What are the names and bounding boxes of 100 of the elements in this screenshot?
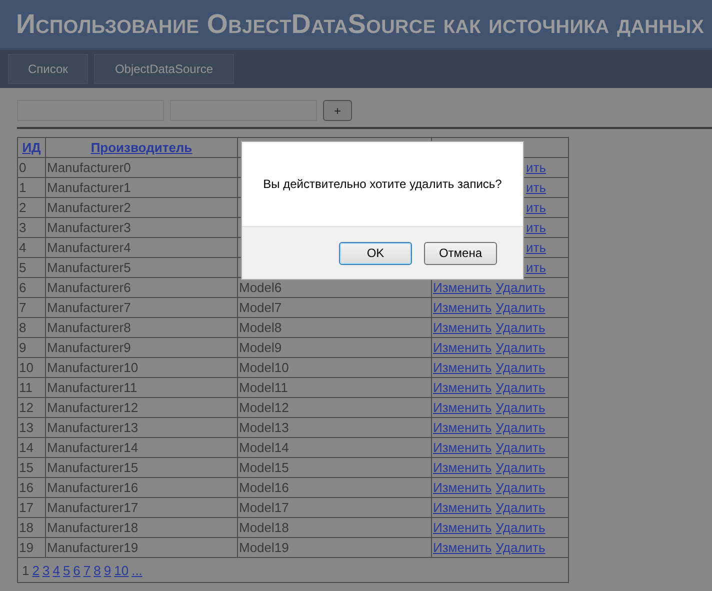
delete-link[interactable]: Удалить [496, 320, 546, 335]
table-cell: 0 [18, 158, 46, 178]
table-cell: Model7 [238, 298, 432, 318]
page-link[interactable]: ... [132, 562, 142, 578]
table-cell: 11 [18, 378, 46, 398]
page-link[interactable]: 2 [32, 562, 40, 578]
edit-link[interactable]: Изменить [433, 300, 492, 315]
delete-link[interactable]: Удалить [496, 480, 546, 495]
table-cell: 7 [18, 298, 46, 318]
page-link[interactable]: 9 [104, 562, 112, 578]
table-cell: Manufacturer5 [46, 258, 238, 278]
table-cell: Manufacturer9 [46, 338, 238, 358]
table-cell: 18 [18, 518, 46, 538]
page-title: Использование ObjectDataSource как источника данных [16, 8, 704, 40]
table-cell: 4 [18, 238, 46, 258]
table-cell: Manufacturer13 [46, 418, 238, 438]
delete-link[interactable]: Удалить [496, 420, 546, 435]
page-link[interactable]: 10 [114, 562, 129, 578]
delete-link[interactable]: Удалить [496, 280, 546, 295]
delete-link[interactable]: ить [526, 260, 546, 275]
delete-link[interactable]: Удалить [496, 460, 546, 475]
delete-link[interactable]: Удалить [496, 500, 546, 515]
table-cell: Model17 [238, 498, 432, 518]
table-cell: Manufacturer3 [46, 218, 238, 238]
page-link[interactable]: 7 [83, 562, 91, 578]
edit-link[interactable]: Изменить [433, 460, 492, 475]
table-cell: Manufacturer14 [46, 438, 238, 458]
delete-link[interactable]: Удалить [496, 380, 546, 395]
table-cell: 6 [18, 278, 46, 298]
table-cell: Model12 [238, 398, 432, 418]
page-link[interactable]: 8 [94, 562, 101, 578]
nav-tab[interactable]: ObjectDataSource [94, 54, 234, 84]
page-link[interactable]: 4 [52, 562, 60, 578]
add-button[interactable]: + [323, 100, 352, 121]
table-cell: 1 [18, 178, 46, 198]
edit-link[interactable]: Изменить [433, 380, 492, 395]
edit-link[interactable]: Изменить [433, 340, 492, 355]
table-cell: 17 [18, 498, 46, 518]
table-cell: Model13 [238, 418, 432, 438]
edit-link[interactable]: Изменить [433, 500, 492, 515]
dialog-message: Вы действительно хотите удалить запись? [263, 177, 502, 191]
table-cell: Model14 [238, 438, 432, 458]
edit-link[interactable]: Изменить [433, 400, 492, 415]
edit-link[interactable]: Изменить [433, 320, 492, 335]
table-cell: 8 [18, 318, 46, 338]
page-number: 1 [22, 562, 30, 578]
table-cell: 5 [18, 258, 46, 278]
delete-link[interactable]: Удалить [496, 400, 546, 415]
delete-link[interactable]: ить [526, 240, 546, 255]
table-cell: Manufacturer6 [46, 278, 238, 298]
table-cell: 19 [18, 538, 46, 558]
table-cell: Manufacturer10 [46, 358, 238, 378]
table-cell: Manufacturer17 [46, 498, 238, 518]
cancel-button[interactable]: Отмена [424, 242, 497, 264]
delete-link[interactable]: Удалить [496, 300, 546, 315]
table-cell: Manufacturer7 [46, 298, 238, 318]
page-link[interactable]: 6 [73, 562, 80, 578]
table-cell: Model9 [238, 338, 432, 358]
table-cell: Model16 [238, 478, 432, 498]
edit-link[interactable]: Изменить [433, 420, 492, 435]
table-cell: Model18 [238, 518, 432, 538]
table-cell: Manufacturer19 [46, 538, 238, 558]
delete-link[interactable]: ить [526, 160, 546, 175]
delete-link[interactable]: Удалить [496, 540, 546, 555]
delete-link[interactable]: Удалить [496, 520, 546, 535]
delete-link[interactable]: Удалить [496, 360, 546, 375]
table-cell: Manufacturer16 [46, 478, 238, 498]
delete-link[interactable]: ить [526, 180, 546, 195]
sort-link[interactable]: Производитель [90, 140, 192, 155]
table-cell: Model10 [238, 358, 432, 378]
table-cell: Model19 [238, 538, 432, 558]
table-cell: 13 [18, 418, 46, 438]
table-cell: 16 [18, 478, 46, 498]
page-link[interactable]: 5 [62, 562, 70, 578]
table-cell: 15 [18, 458, 46, 478]
page-link[interactable]: 3 [42, 562, 50, 578]
edit-link[interactable]: Изменить [433, 280, 492, 295]
table-cell: Manufacturer15 [46, 458, 238, 478]
table-cell: Manufacturer11 [46, 378, 238, 398]
table-cell: Manufacturer1 [46, 178, 238, 198]
table-cell: 12 [18, 398, 46, 418]
table-cell: Manufacturer8 [46, 318, 238, 338]
table-cell: Manufacturer12 [46, 398, 238, 418]
table-cell: 9 [18, 338, 46, 358]
sort-link[interactable]: ИД [22, 140, 41, 155]
ok-button[interactable]: OK [339, 242, 412, 264]
edit-link[interactable]: Изменить [433, 520, 492, 535]
table-cell: Model11 [238, 378, 432, 398]
delete-link[interactable]: ить [526, 200, 546, 215]
delete-link[interactable]: Удалить [496, 340, 546, 355]
table-cell: Manufacturer2 [46, 198, 238, 218]
edit-link[interactable]: Изменить [433, 440, 492, 455]
edit-link[interactable]: Изменить [433, 360, 492, 375]
nav-tab[interactable]: Список [8, 54, 88, 84]
delete-link[interactable]: Удалить [496, 440, 546, 455]
table-cell: 2 [18, 198, 46, 218]
delete-link[interactable]: ить [526, 220, 546, 235]
edit-link[interactable]: Изменить [433, 540, 492, 555]
edit-link[interactable]: Изменить [433, 480, 492, 495]
table-cell: Model15 [238, 458, 432, 478]
